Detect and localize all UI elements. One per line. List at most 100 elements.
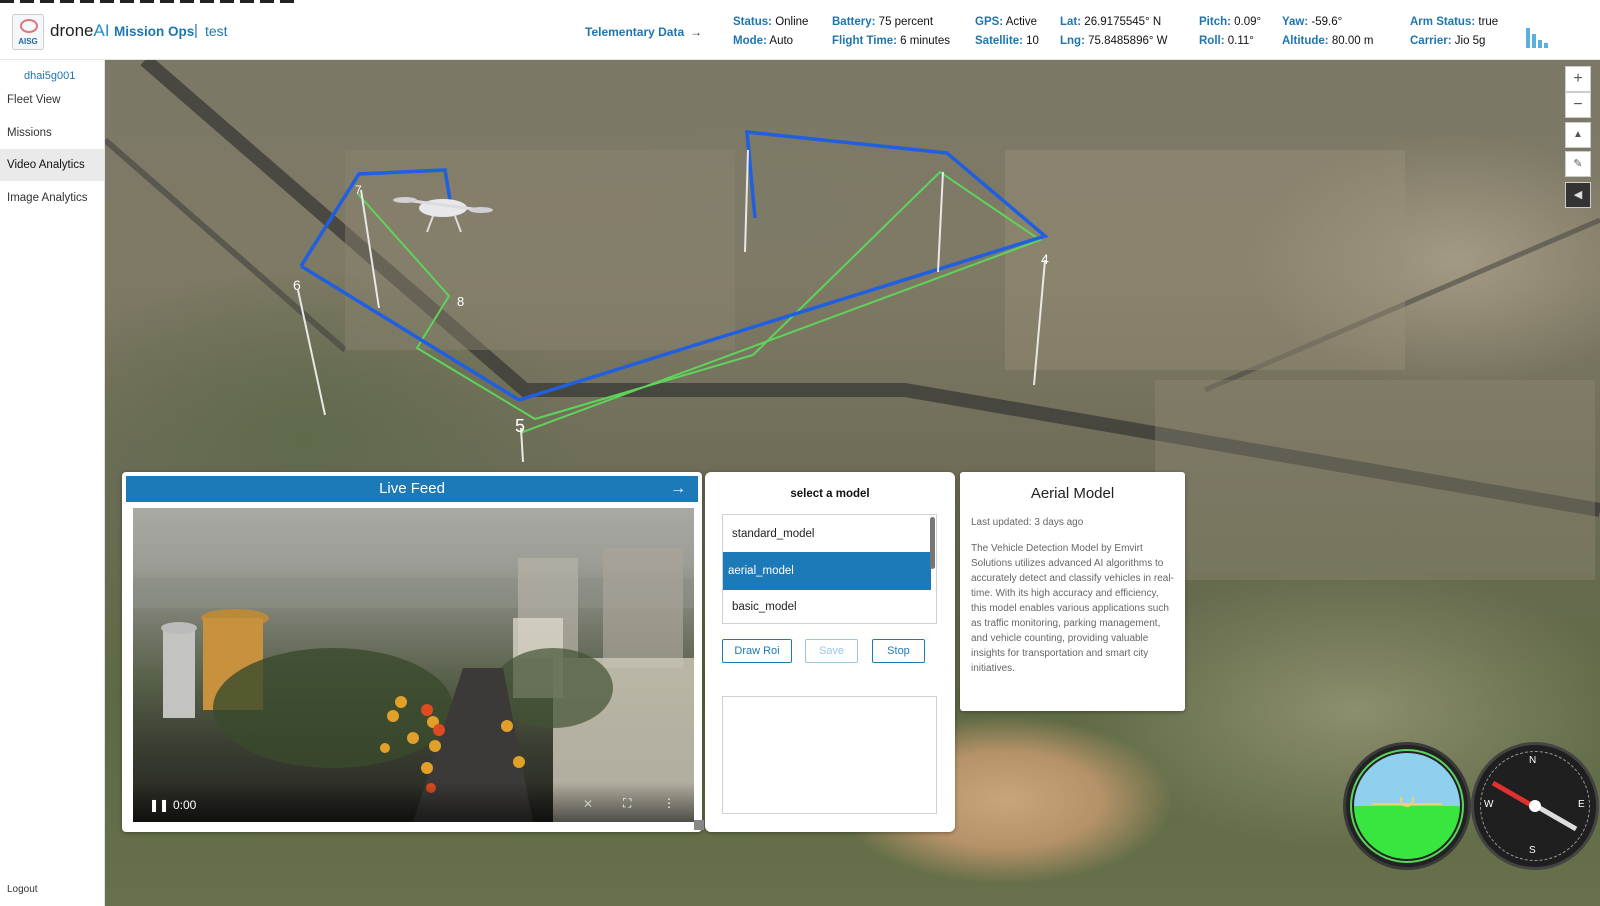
mute-icon[interactable]: ✕ [583, 797, 593, 811]
altitude-line [937, 171, 944, 273]
telemetry-link-label: Telementary Data [585, 25, 685, 39]
compass-east: E [1578, 799, 1585, 810]
roll-label: Roll: [1199, 35, 1225, 47]
satellite-label: Satellite: [975, 35, 1023, 47]
model-info-panel: Aerial Model Last updated: 3 days ago Th… [960, 472, 1185, 711]
pitch-label: Pitch: [1199, 16, 1231, 28]
model-option-aerial[interactable]: aerial_model [723, 552, 931, 590]
logo-text: AISG [18, 37, 38, 46]
waypoint-label-7: 7 [355, 183, 362, 197]
flight-time-label: Flight Time: [832, 35, 897, 47]
flight-time-readout: Flight Time: 6 minutes [832, 35, 950, 47]
status-label: Status: [733, 16, 772, 28]
video-controls: ❚❚ 0:00 ✕ ⛶ ⋮ [133, 782, 694, 822]
battery-readout: Battery: 75 percent [832, 16, 933, 28]
mode-value: Auto [769, 35, 794, 47]
mode-readout: Mode: Auto [733, 35, 793, 47]
pitch-readout: Pitch: 0.09° [1199, 16, 1261, 28]
arm-status-readout: Arm Status: true [1410, 16, 1498, 28]
compass-west: W [1484, 799, 1494, 810]
yaw-label: Yaw: [1282, 16, 1309, 28]
compass-south: S [1529, 845, 1536, 856]
zoom-in-button[interactable]: + [1565, 66, 1591, 92]
edit-pen-icon[interactable]: ✎ [1565, 151, 1591, 177]
fullscreen-icon[interactable]: ⛶ [623, 796, 631, 811]
sidebar-item-fleet-view[interactable]: Fleet View [0, 84, 104, 116]
sidebar-item-video-analytics[interactable]: Video Analytics [0, 149, 104, 181]
layer-toggle-icon[interactable]: ◀ [1565, 182, 1591, 208]
waypoint-label-6: 6 [293, 277, 301, 293]
home-view-icon[interactable]: ▲ [1565, 122, 1591, 148]
gps-readout: GPS: Active [975, 16, 1037, 28]
status-readout: Status: Online [733, 16, 808, 28]
altitude-line [297, 289, 326, 416]
roi-output-box [722, 696, 937, 814]
more-options-icon[interactable]: ⋮ [663, 796, 675, 810]
model-list-scrollbar[interactable] [930, 517, 935, 569]
arm-label: Arm Status: [1410, 16, 1476, 28]
pause-icon[interactable]: ❚❚ [149, 798, 169, 812]
model-list[interactable]: standard_model aerial_model basic_model [722, 514, 937, 624]
battery-value: 75 percent [878, 16, 934, 28]
model-updated-time: Last updated: 3 days ago [971, 517, 1084, 528]
video-frame [133, 548, 694, 822]
video-player[interactable]: ❚❚ 0:00 ✕ ⛶ ⋮ [133, 508, 694, 822]
telemetry-data-link[interactable]: Telementary Data → [585, 25, 702, 39]
carrier-label: Carrier: [1410, 35, 1452, 47]
building-block-3 [1155, 380, 1595, 580]
live-feed-header: Live Feed → [126, 476, 698, 502]
logout-link[interactable]: Logout [7, 884, 38, 895]
save-button[interactable]: Save [805, 639, 858, 663]
longitude-readout: Lng: 75.8485896° W [1060, 35, 1168, 47]
resize-handle[interactable] [694, 820, 704, 830]
altitude-value: 80.00 m [1331, 35, 1374, 47]
gps-label: GPS: [975, 16, 1004, 28]
brand-prefix: drone [50, 21, 94, 40]
latitude-readout: Lat: 26.9175545° N [1060, 16, 1161, 28]
carrier-readout: Carrier: Jio 5g [1410, 35, 1485, 47]
waypoint-label-5: 5 [515, 416, 525, 436]
lat-value: 26.9175545° N [1084, 16, 1162, 28]
stop-button[interactable]: Stop [872, 639, 925, 663]
lat-label: Lat: [1060, 16, 1082, 28]
model-description: The Vehicle Detection Model by Emvirt So… [971, 543, 1174, 674]
signal-chart-icon[interactable] [1526, 24, 1556, 48]
project-name: test [205, 23, 228, 39]
device-id: dhai5g001 [24, 70, 76, 82]
zoom-out-button[interactable]: − [1565, 92, 1591, 118]
expand-arrow-icon[interactable]: → [670, 476, 686, 502]
draw-roi-button[interactable]: Draw Roi [722, 639, 792, 663]
arrow-right-icon: → [690, 25, 703, 39]
carrier-value: Jio 5g [1454, 35, 1486, 47]
roll-value: 0.11° [1227, 35, 1254, 47]
yaw-readout: Yaw: -59.6° [1282, 16, 1342, 28]
top-bar: AISG droneAI Mission Ops | test Telement… [0, 6, 1600, 60]
flight-time-value: 6 minutes [900, 35, 951, 47]
battery-label: Battery: [832, 16, 876, 28]
sidebar-item-missions[interactable]: Missions [0, 117, 104, 149]
live-feed-panel: Live Feed → ❚❚ 0:00 ✕ ⛶ ⋮ [122, 472, 702, 832]
sidebar-item-image-analytics[interactable]: Image Analytics [0, 182, 104, 214]
sidebar: dhai5g001 Fleet View Missions Video Anal… [0, 60, 105, 906]
pitch-value: 0.09° [1234, 16, 1262, 28]
brand-suffix: AI [93, 21, 110, 40]
compass-north: N [1529, 755, 1537, 766]
model-info-title: Aerial Model [1030, 485, 1115, 502]
yaw-value: -59.6° [1311, 16, 1343, 28]
compass-icon: N E S W [1471, 742, 1599, 870]
model-option-standard[interactable]: standard_model [723, 515, 931, 553]
satellite-value: 10 [1026, 35, 1039, 47]
roll-readout: Roll: 0.11° [1199, 35, 1254, 47]
side-road [105, 137, 347, 353]
video-time: 0:00 [173, 798, 197, 812]
drone-logo-icon [20, 19, 38, 33]
building-block-2 [1005, 150, 1405, 370]
model-option-basic[interactable]: basic_model [723, 588, 931, 623]
model-selector-panel: select a model standard_model aerial_mod… [705, 472, 955, 832]
altitude-readout: Altitude: 80.00 m [1282, 35, 1373, 47]
model-selector-title: select a model [790, 488, 870, 500]
waypoint-label-4: 4 [1041, 251, 1049, 267]
status-value: Online [775, 16, 809, 28]
arm-value: true [1478, 16, 1499, 28]
altitude-line [744, 149, 749, 253]
